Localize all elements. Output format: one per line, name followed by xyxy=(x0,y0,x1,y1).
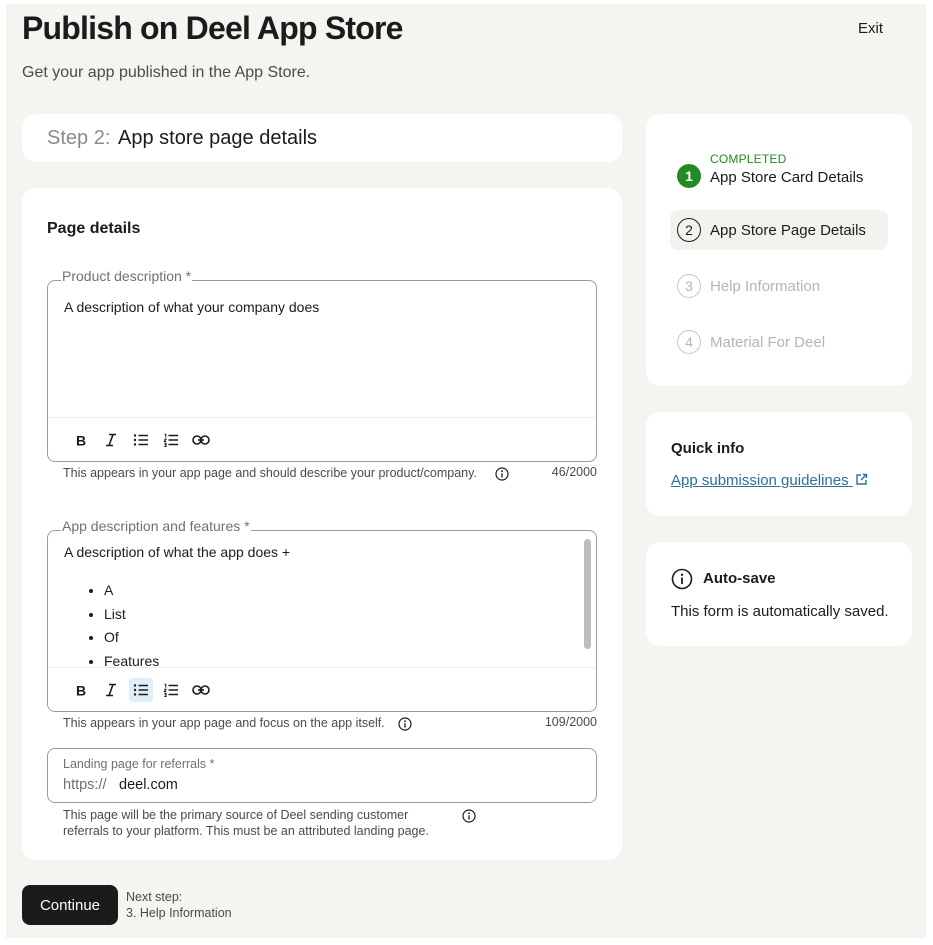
product-description-helper: This appears in your app page and should… xyxy=(63,466,477,480)
link-label: App submission guidelines xyxy=(671,472,849,489)
list-item: A xyxy=(104,579,159,603)
landing-page-field[interactable]: Landing page for referrals * https:// de… xyxy=(47,748,597,803)
step-label: Material For Deel xyxy=(710,334,826,351)
app-description-label: App description and features * xyxy=(61,518,251,534)
url-prefix: https:// xyxy=(63,777,107,793)
page-details-form: Page details A description of what your … xyxy=(22,188,622,860)
autosave-card: Auto-save This form is automatically sav… xyxy=(646,542,912,646)
bullet-list-button[interactable] xyxy=(129,428,153,452)
numbered-list-icon xyxy=(163,433,178,447)
step-item-material[interactable]: 4 Material For Deel xyxy=(670,322,888,362)
link-icon xyxy=(192,435,210,445)
product-description-toolbar: B xyxy=(48,417,596,461)
next-step-label: Next step: xyxy=(126,890,183,904)
landing-page-input[interactable]: deel.com xyxy=(119,777,178,793)
step-item-card-details[interactable]: 1 COMPLETED App Store Card Details xyxy=(670,152,888,196)
page-subtitle: Get your app published in the App Store. xyxy=(22,64,311,81)
quick-info-card: Quick info App submission guidelines xyxy=(646,412,912,516)
numbered-list-button[interactable] xyxy=(159,678,183,702)
section-title: Page details xyxy=(47,220,141,237)
scrollbar[interactable] xyxy=(584,539,591,649)
info-icon[interactable] xyxy=(398,717,412,731)
step-number: 3 xyxy=(677,274,701,298)
product-description-text[interactable]: A description of what your company does xyxy=(64,299,319,315)
app-description-toolbar: B xyxy=(48,667,596,711)
italic-icon xyxy=(106,433,116,447)
numbered-list-button[interactable] xyxy=(159,428,183,452)
product-description-editor[interactable]: A description of what your company does … xyxy=(47,280,597,462)
bullet-list-icon xyxy=(133,434,148,446)
publish-page: Publish on Deel App Store Get your app p… xyxy=(6,4,926,938)
helper-line: referrals to your platform. This must be… xyxy=(63,824,429,838)
app-description-helper: This appears in your app page and focus … xyxy=(63,716,385,730)
step-number: 1 xyxy=(677,164,701,188)
continue-button[interactable]: Continue xyxy=(22,885,118,925)
product-description-counter: 46/2000 xyxy=(551,465,597,479)
app-description-counter: 109/2000 xyxy=(544,715,597,729)
autosave-text: This form is automatically saved. xyxy=(671,603,889,620)
next-step-value: 3. Help Information xyxy=(126,906,232,920)
step-label: Help Information xyxy=(710,278,821,295)
app-description-intro[interactable]: A description of what the app does + xyxy=(64,544,290,560)
progress-stepper: 1 COMPLETED App Store Card Details 2 App… xyxy=(646,114,912,386)
app-description-editor[interactable]: A description of what the app does + A L… xyxy=(47,530,597,712)
bold-button[interactable]: B xyxy=(69,428,93,452)
submission-guidelines-link[interactable]: App submission guidelines xyxy=(671,472,868,489)
step-status: COMPLETED xyxy=(710,152,787,166)
step-prefix: Step 2: xyxy=(47,127,111,149)
helper-line: This page will be the primary source of … xyxy=(63,808,409,822)
italic-button[interactable] xyxy=(99,428,123,452)
bold-button[interactable]: B xyxy=(69,678,93,702)
italic-icon xyxy=(106,683,116,697)
app-features-list[interactable]: A List Of Features xyxy=(104,579,159,673)
step-header-card: Step 2: App store page details xyxy=(22,114,622,162)
exit-button[interactable]: Exit xyxy=(858,20,883,37)
autosave-title: Auto-save xyxy=(703,570,776,587)
svg-text:B: B xyxy=(76,683,86,697)
external-link-icon xyxy=(856,473,867,485)
step-number: 2 xyxy=(677,218,701,242)
link-button[interactable] xyxy=(189,428,213,452)
italic-button[interactable] xyxy=(99,678,123,702)
svg-text:B: B xyxy=(76,433,86,447)
list-item: Of xyxy=(104,626,159,650)
next-step-info: Next step: 3. Help Information xyxy=(126,889,232,921)
step-label: App Store Card Details xyxy=(710,169,864,186)
step-item-help-information[interactable]: 3 Help Information xyxy=(670,266,888,306)
landing-page-label: Landing page for referrals * xyxy=(63,757,215,771)
step-label: App Store Page Details xyxy=(710,222,866,239)
info-icon xyxy=(671,568,693,590)
bold-icon: B xyxy=(76,683,86,697)
bold-icon: B xyxy=(76,433,86,447)
step-name: App store page details xyxy=(118,127,318,149)
link-icon xyxy=(192,685,210,695)
product-description-label: Product description * xyxy=(61,268,193,284)
info-icon[interactable] xyxy=(462,809,476,823)
bullet-list-button[interactable] xyxy=(129,678,153,702)
quick-info-title: Quick info xyxy=(671,440,745,457)
bullet-list-icon xyxy=(133,684,148,696)
numbered-list-icon xyxy=(163,683,178,697)
landing-page-helper: This page will be the primary source of … xyxy=(63,807,429,839)
step-number: 4 xyxy=(677,330,701,354)
page-title: Publish on Deel App Store xyxy=(22,10,403,46)
list-item: List xyxy=(104,603,159,627)
link-button[interactable] xyxy=(189,678,213,702)
step-item-page-details[interactable]: 2 App Store Page Details xyxy=(670,210,888,250)
info-icon[interactable] xyxy=(495,467,509,481)
